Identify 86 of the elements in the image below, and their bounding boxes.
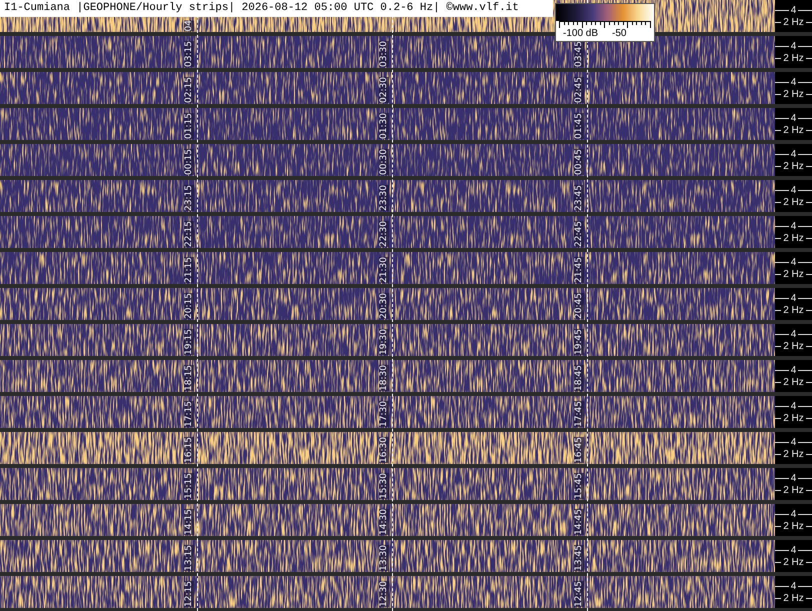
time-label: 15:30: [379, 473, 389, 499]
axis-label: 2 Hz: [781, 232, 806, 244]
time-label: 13:15: [184, 545, 194, 571]
axis-label: 4: [788, 544, 798, 556]
time-label: 03:15: [184, 41, 194, 67]
time-label: 15:45: [574, 473, 584, 499]
axis-label: 4: [788, 4, 798, 16]
time-label: 19:45: [574, 329, 584, 355]
axis-label: 2 Hz: [781, 376, 806, 388]
time-label: 18:30: [379, 365, 389, 391]
time-label: 03:30: [379, 41, 389, 67]
time-label: 02:45: [574, 77, 584, 103]
time-label: 00:30: [379, 149, 389, 175]
axis-label: 4: [788, 580, 798, 592]
time-label: 19:15: [184, 329, 194, 355]
time-label: 20:45: [574, 293, 584, 319]
axis-label: 2 Hz: [781, 556, 806, 568]
axis-label: 4: [788, 256, 798, 268]
axis-label: 4: [788, 148, 798, 160]
time-label: 16:45: [574, 437, 584, 463]
time-label: 23:45: [574, 185, 584, 211]
time-label: 02:30: [379, 77, 389, 103]
time-label: 03:45: [574, 41, 584, 67]
time-label: 15:15: [184, 473, 194, 499]
axis-label: 2 Hz: [781, 268, 806, 280]
time-label: 12:30: [379, 581, 389, 607]
time-label: 20:15: [184, 293, 194, 319]
axis-label: 4: [788, 76, 798, 88]
axis-label: 4: [788, 328, 798, 340]
time-label: 02:15: [184, 77, 194, 103]
time-label: 04: [184, 20, 194, 31]
time-label: 14:45: [574, 509, 584, 535]
chart-title: I1-Cumiana |GEOPHONE/Hourly strips| 2026-08-12 05:00 UTC 0.2-6 Hz| ©www.vlf.it: [0, 0, 553, 17]
axis-label: 4: [788, 184, 798, 196]
axis-label: 2 Hz: [781, 160, 806, 172]
time-label: 22:45: [574, 221, 584, 247]
axis-label: 2 Hz: [781, 16, 806, 28]
axis-label: 4: [788, 40, 798, 52]
time-label: 00:45: [574, 149, 584, 175]
time-label: 21:30: [379, 257, 389, 283]
axis-label: 2 Hz: [781, 448, 806, 460]
axis-label: 4: [788, 220, 798, 232]
time-label: 12:15: [184, 581, 194, 607]
colorbar-label: -100 dB: [563, 28, 598, 40]
time-label: 20:30: [379, 293, 389, 319]
time-label: 01:15: [184, 113, 194, 139]
axis-label: 4: [788, 472, 798, 484]
axis-label: 2 Hz: [781, 196, 806, 208]
axis-label: 2 Hz: [781, 304, 806, 316]
axis-label: 2 Hz: [781, 340, 806, 352]
time-label: 22:30: [379, 221, 389, 247]
time-label: 23:15: [184, 185, 194, 211]
time-label: 21:15: [184, 257, 194, 283]
time-label: 12:45: [574, 581, 584, 607]
time-label: 01:45: [574, 113, 584, 139]
axis-label: 4: [788, 436, 798, 448]
time-label: 16:15: [184, 437, 194, 463]
axis-label: 2 Hz: [781, 484, 806, 496]
colorbar-label: -50: [612, 28, 626, 40]
axis-label: 4: [788, 112, 798, 124]
time-label: 01:30: [379, 113, 389, 139]
time-label: 19:30: [379, 329, 389, 355]
time-label: 14:30: [379, 509, 389, 535]
axis-label: 4: [788, 292, 798, 304]
time-label: 17:45: [574, 401, 584, 427]
time-label: 17:15: [184, 401, 194, 427]
time-label: 13:30: [379, 545, 389, 571]
time-label: 18:45: [574, 365, 584, 391]
axis-label: 2 Hz: [781, 88, 806, 100]
time-label: 16:30: [379, 437, 389, 463]
time-label: 13:45: [574, 545, 584, 571]
axis-label: 4: [788, 400, 798, 412]
axis-label: 2 Hz: [781, 52, 806, 64]
axis-label: 4: [788, 364, 798, 376]
time-label: 00:15: [184, 149, 194, 175]
axis-label: 2 Hz: [781, 520, 806, 532]
axis-label: 2 Hz: [781, 592, 806, 604]
time-label: 14:15: [184, 509, 194, 535]
axis-label: 2 Hz: [781, 124, 806, 136]
time-label: 23:30: [379, 185, 389, 211]
time-label: 17:30: [379, 401, 389, 427]
axis-label: 4: [788, 508, 798, 520]
axis-label: 2 Hz: [781, 412, 806, 424]
time-label: 18:15: [184, 365, 194, 391]
time-label: 21:45: [574, 257, 584, 283]
time-label: 22:15: [184, 221, 194, 247]
